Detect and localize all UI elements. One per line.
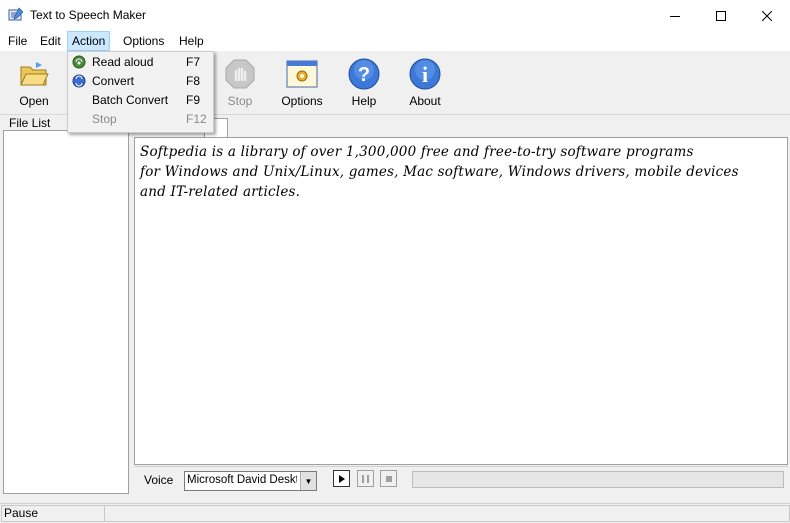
help-label: Help bbox=[351, 94, 377, 108]
stop-hand-icon bbox=[224, 58, 256, 90]
about-label: About bbox=[409, 94, 441, 108]
menu-options[interactable]: Options bbox=[119, 33, 168, 50]
menu-item-shortcut: F7 bbox=[186, 55, 201, 69]
menu-item-label: Convert bbox=[92, 74, 135, 88]
minimize-icon bbox=[670, 15, 680, 17]
title-bar: Text to Speech Maker bbox=[0, 0, 790, 31]
text-editor[interactable]: Softpedia is a library of over 1,300,000… bbox=[134, 137, 788, 465]
about-button[interactable]: i About bbox=[397, 55, 453, 111]
voice-select[interactable]: Microsoft David Desktop ▼ bbox=[184, 471, 317, 491]
pause-button[interactable] bbox=[357, 470, 374, 487]
progress-bar bbox=[412, 471, 784, 488]
menu-item-batch-convert[interactable]: Batch Convert F9 bbox=[68, 91, 213, 110]
menu-action[interactable]: Action bbox=[67, 31, 111, 51]
status-pane bbox=[104, 505, 790, 522]
stop-button[interactable]: Stop bbox=[212, 55, 268, 111]
pause-icon bbox=[361, 474, 369, 483]
menu-file[interactable]: File bbox=[4, 33, 31, 50]
options-label: Options bbox=[281, 94, 323, 108]
window-title: Text to Speech Maker bbox=[30, 8, 147, 22]
stop-square-icon bbox=[385, 475, 392, 482]
svg-text:i: i bbox=[422, 62, 428, 87]
menu-item-read-aloud[interactable]: Read aloud F7 bbox=[68, 53, 213, 72]
file-list[interactable] bbox=[3, 130, 129, 494]
action-menu: Read aloud F7 Convert F8 Batch Convert F… bbox=[67, 51, 214, 133]
help-question-icon: ? bbox=[348, 58, 380, 90]
maximize-icon bbox=[716, 10, 726, 21]
options-window-icon bbox=[286, 58, 318, 90]
svg-text:?: ? bbox=[358, 64, 370, 86]
editor-text: Softpedia is a library of over 1,300,000… bbox=[140, 144, 739, 200]
voice-value: Microsoft David Desktop bbox=[187, 474, 297, 486]
voice-label: Voice bbox=[144, 473, 174, 487]
menu-edit[interactable]: Edit bbox=[36, 33, 65, 50]
menu-item-shortcut: F9 bbox=[186, 93, 201, 107]
open-label: Open bbox=[19, 94, 49, 108]
file-list-label: File List bbox=[9, 116, 51, 130]
open-button[interactable]: Open bbox=[6, 55, 62, 111]
info-icon: i bbox=[409, 58, 441, 90]
menu-item-shortcut: F8 bbox=[186, 74, 201, 88]
chevron-down-icon[interactable]: ▼ bbox=[300, 472, 316, 490]
play-icon bbox=[338, 474, 345, 483]
status-text: Pause bbox=[1, 505, 105, 522]
menu-item-label: Stop bbox=[92, 112, 117, 126]
stop-label: Stop bbox=[227, 94, 253, 108]
stop-playback-button[interactable] bbox=[380, 470, 397, 487]
menu-item-stop[interactable]: Stop F12 bbox=[68, 110, 213, 129]
folder-open-icon bbox=[18, 58, 50, 90]
maximize-button[interactable] bbox=[698, 0, 744, 31]
convert-icon bbox=[72, 74, 86, 88]
menu-bar: File Edit Action Options Help bbox=[0, 31, 790, 51]
options-button[interactable]: Options bbox=[274, 55, 330, 111]
menu-help[interactable]: Help bbox=[175, 33, 208, 50]
menu-item-shortcut: F12 bbox=[186, 112, 207, 126]
minimize-button[interactable] bbox=[652, 0, 698, 31]
app-icon bbox=[8, 7, 24, 23]
menu-item-convert[interactable]: Convert F8 bbox=[68, 72, 213, 91]
speaker-icon bbox=[72, 55, 86, 69]
close-button[interactable] bbox=[744, 0, 790, 31]
menu-item-label: Read aloud bbox=[92, 55, 154, 69]
close-icon bbox=[762, 10, 772, 21]
menu-item-label: Batch Convert bbox=[92, 93, 169, 107]
play-button[interactable] bbox=[333, 470, 350, 487]
help-button[interactable]: ? Help bbox=[336, 55, 392, 111]
